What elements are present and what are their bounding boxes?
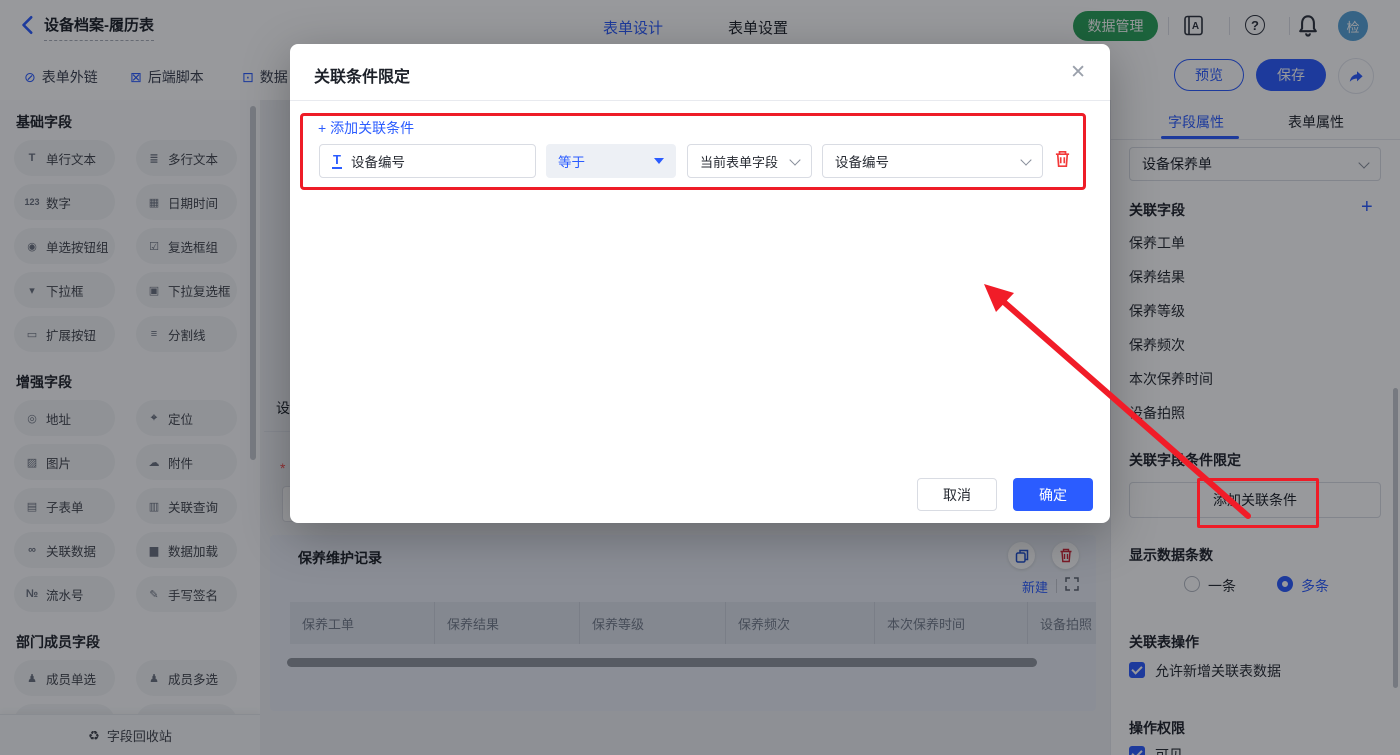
confirm-button[interactable]: 确定	[1013, 478, 1093, 511]
highlight-box-add-condition	[1197, 478, 1319, 528]
modal-header: 关联条件限定 ✕	[290, 44, 1110, 101]
highlight-box-modal-condition	[300, 113, 1086, 190]
modal-title: 关联条件限定	[314, 63, 410, 87]
close-icon[interactable]: ✕	[1070, 61, 1086, 84]
cancel-button[interactable]: 取消	[917, 478, 997, 511]
form-designer-app: 设备档案-履历表 表单设计 表单设置 数据管理 A ? 检 ⊘ 表单外链 ⊠ 后…	[0, 0, 1400, 755]
